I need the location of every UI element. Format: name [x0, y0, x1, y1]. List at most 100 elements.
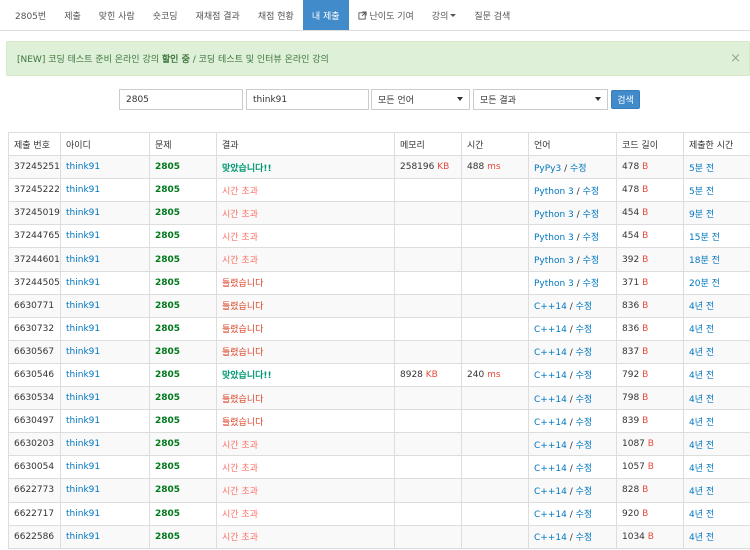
edit-link[interactable]: 수정: [576, 325, 593, 335]
user-link[interactable]: think91: [66, 347, 100, 357]
alert-text[interactable]: [NEW] 코딩 테스트 준비 온라인 강의 할인 중 / 코딩 테스트 및 인…: [17, 52, 329, 65]
language-link[interactable]: C++14: [534, 441, 567, 451]
language-link[interactable]: Python 3: [534, 256, 574, 266]
language-link[interactable]: Python 3: [534, 279, 574, 289]
submitted-time-link[interactable]: 5분 전: [689, 187, 714, 197]
user-link[interactable]: think91: [66, 532, 100, 542]
edit-link[interactable]: 수정: [570, 164, 587, 174]
user-link[interactable]: think91: [66, 162, 100, 172]
language-link[interactable]: C++14: [534, 510, 567, 520]
language-link[interactable]: PyPy3: [534, 164, 561, 174]
search-button[interactable]: 검색: [611, 90, 640, 109]
edit-link[interactable]: 수정: [576, 533, 593, 543]
language-link[interactable]: C++14: [534, 348, 567, 358]
submitted-time-link[interactable]: 4년 전: [689, 418, 714, 428]
submitted-time-link[interactable]: 4년 전: [689, 441, 714, 451]
user-link[interactable]: think91: [66, 208, 100, 218]
problem-link[interactable]: 2805: [155, 301, 180, 311]
submitted-time-link[interactable]: 4년 전: [689, 302, 714, 312]
user-link[interactable]: think91: [66, 255, 100, 265]
submitted-time-link[interactable]: 4년 전: [689, 533, 714, 543]
result-select[interactable]: 모든 결과: [473, 89, 608, 110]
user-link[interactable]: think91: [66, 370, 100, 380]
problem-link[interactable]: 2805: [155, 439, 180, 449]
submitted-time-link[interactable]: 15분 전: [689, 233, 720, 243]
language-link[interactable]: C++14: [534, 464, 567, 474]
nav-item-short-coding[interactable]: 숏코딩: [144, 0, 187, 30]
nav-item-solvers[interactable]: 맞힌 사람: [90, 0, 144, 30]
language-link[interactable]: C++14: [534, 371, 567, 381]
edit-link[interactable]: 수정: [576, 302, 593, 312]
language-link[interactable]: C++14: [534, 302, 567, 312]
problem-id-input[interactable]: 2805: [119, 89, 243, 110]
problem-link[interactable]: 2805: [155, 485, 180, 495]
edit-link[interactable]: 수정: [576, 371, 593, 381]
nav-item-my-submissions[interactable]: 내 제출: [302, 0, 349, 30]
user-link[interactable]: think91: [66, 509, 100, 519]
edit-link[interactable]: 수정: [576, 395, 593, 405]
submitted-time-link[interactable]: 4년 전: [689, 487, 714, 497]
problem-link[interactable]: 2805: [155, 462, 180, 472]
nav-item-difficulty-contribution[interactable]: 난이도 기여: [349, 0, 423, 30]
problem-link[interactable]: 2805: [155, 324, 180, 334]
language-link[interactable]: Python 3: [534, 233, 574, 243]
nav-item-question-search[interactable]: 질문 검색: [465, 0, 519, 30]
submitted-time-link[interactable]: 18분 전: [689, 256, 720, 266]
problem-link[interactable]: 2805: [155, 347, 180, 357]
nav-item-lectures[interactable]: 강의: [423, 0, 466, 30]
problem-link[interactable]: 2805: [155, 255, 180, 265]
edit-link[interactable]: 수정: [576, 348, 593, 358]
problem-link[interactable]: 2805: [155, 393, 180, 403]
problem-link[interactable]: 2805: [155, 208, 180, 218]
submitted-time-link[interactable]: 9분 전: [689, 210, 714, 220]
edit-link[interactable]: 수정: [576, 441, 593, 451]
problem-link[interactable]: 2805: [155, 231, 180, 241]
edit-link[interactable]: 수정: [576, 418, 593, 428]
language-link[interactable]: C++14: [534, 533, 567, 543]
edit-link[interactable]: 수정: [583, 233, 600, 243]
problem-link[interactable]: 2805: [155, 509, 180, 519]
submitted-time-link[interactable]: 4년 전: [689, 348, 714, 358]
edit-link[interactable]: 수정: [576, 464, 593, 474]
edit-link[interactable]: 수정: [576, 510, 593, 520]
user-link[interactable]: think91: [66, 439, 100, 449]
user-link[interactable]: think91: [66, 416, 100, 426]
nav-item-status[interactable]: 채점 현황: [249, 0, 303, 30]
problem-link[interactable]: 2805: [155, 416, 180, 426]
submitted-time-link[interactable]: 4년 전: [689, 510, 714, 520]
close-icon[interactable]: ×: [730, 51, 741, 66]
nav-item-rejudge[interactable]: 재채점 결과: [187, 0, 249, 30]
language-link[interactable]: C++14: [534, 395, 567, 405]
problem-link[interactable]: 2805: [155, 185, 180, 195]
user-id-input[interactable]: think91: [246, 89, 369, 110]
user-link[interactable]: think91: [66, 301, 100, 311]
user-link[interactable]: think91: [66, 231, 100, 241]
language-link[interactable]: C++14: [534, 418, 567, 428]
edit-link[interactable]: 수정: [583, 187, 600, 197]
language-link[interactable]: Python 3: [534, 210, 574, 220]
submitted-time-link[interactable]: 4년 전: [689, 395, 714, 405]
edit-link[interactable]: 수정: [583, 256, 600, 266]
edit-link[interactable]: 수정: [576, 487, 593, 497]
user-link[interactable]: think91: [66, 324, 100, 334]
submitted-time-link[interactable]: 4년 전: [689, 371, 714, 381]
problem-link[interactable]: 2805: [155, 370, 180, 380]
submitted-time-link[interactable]: 5분 전: [689, 164, 714, 174]
user-link[interactable]: think91: [66, 185, 100, 195]
submitted-time-link[interactable]: 20분 전: [689, 279, 720, 289]
language-link[interactable]: Python 3: [534, 187, 574, 197]
language-select[interactable]: 모든 언어: [371, 89, 470, 110]
user-link[interactable]: think91: [66, 278, 100, 288]
language-link[interactable]: C++14: [534, 487, 567, 497]
edit-link[interactable]: 수정: [583, 279, 600, 289]
problem-link[interactable]: 2805: [155, 278, 180, 288]
problem-link[interactable]: 2805: [155, 162, 180, 172]
submitted-time-link[interactable]: 4년 전: [689, 325, 714, 335]
edit-link[interactable]: 수정: [583, 210, 600, 220]
user-link[interactable]: think91: [66, 485, 100, 495]
user-link[interactable]: think91: [66, 462, 100, 472]
nav-item-problem[interactable]: 2805번: [6, 0, 55, 30]
submitted-time-link[interactable]: 4년 전: [689, 464, 714, 474]
nav-item-submit[interactable]: 제출: [55, 0, 90, 30]
problem-link[interactable]: 2805: [155, 532, 180, 542]
